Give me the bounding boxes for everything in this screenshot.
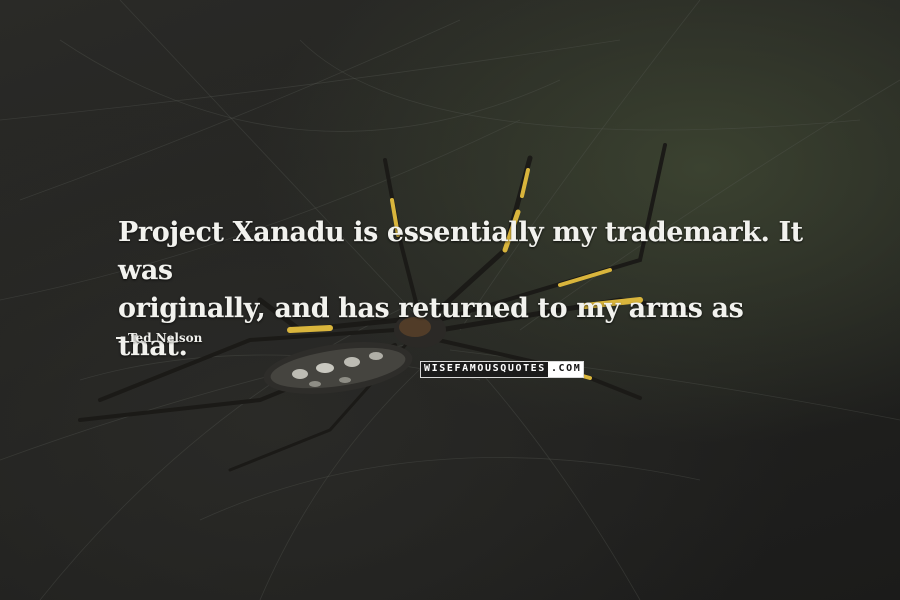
author-name: Ted Nelson xyxy=(128,331,203,345)
quote-line-2: originally, and has returned to my arms … xyxy=(118,293,744,362)
quote-author: Ted Nelson xyxy=(116,330,202,346)
author-dash xyxy=(116,337,124,339)
quote-line-1: Project Xanadu is essentially my tradema… xyxy=(118,217,803,286)
watermark-left-text: WISEFAMOUSQUOTES xyxy=(421,362,548,377)
watermark-logo: WISEFAMOUSQUOTES .COM xyxy=(420,361,585,378)
watermark-right-text: .COM xyxy=(547,362,584,377)
quote-image: Project Xanadu is essentially my tradema… xyxy=(0,0,900,600)
quote-text: Project Xanadu is essentially my tradema… xyxy=(118,214,818,366)
